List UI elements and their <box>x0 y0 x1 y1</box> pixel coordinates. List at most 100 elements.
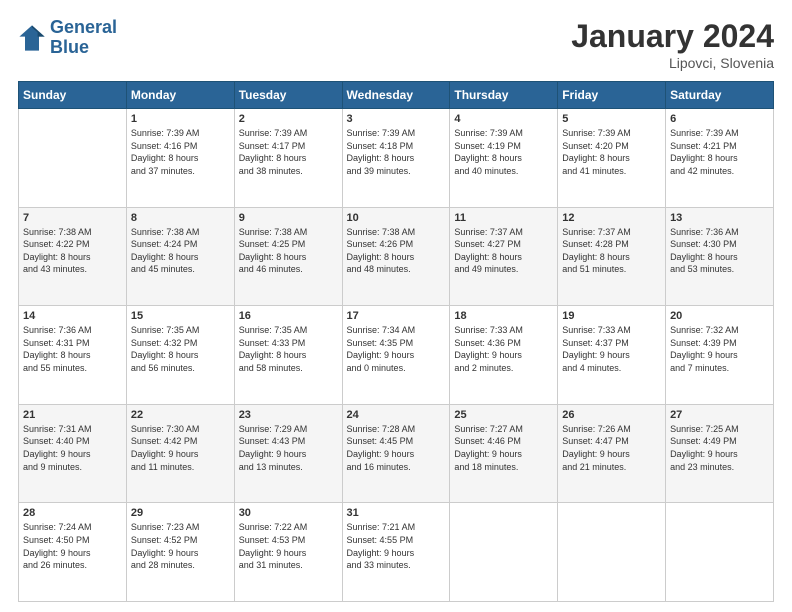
calendar-cell: 18 Sunrise: 7:33 AMSunset: 4:36 PMDayligh… <box>450 306 558 405</box>
logo: General Blue <box>18 18 117 58</box>
day-number: 1 <box>131 113 230 125</box>
day-number: 29 <box>131 507 230 519</box>
day-info: Sunrise: 7:35 AMSunset: 4:33 PMDaylight:… <box>239 324 338 374</box>
day-info: Sunrise: 7:33 AMSunset: 4:36 PMDaylight:… <box>454 324 553 374</box>
day-number: 23 <box>239 409 338 421</box>
day-info: Sunrise: 7:24 AMSunset: 4:50 PMDaylight:… <box>23 521 122 571</box>
weekday-header-friday: Friday <box>558 82 666 109</box>
day-info: Sunrise: 7:39 AMSunset: 4:17 PMDaylight:… <box>239 127 338 177</box>
calendar-cell <box>450 503 558 602</box>
day-info: Sunrise: 7:36 AMSunset: 4:30 PMDaylight:… <box>670 226 769 276</box>
day-info: Sunrise: 7:30 AMSunset: 4:42 PMDaylight:… <box>131 423 230 473</box>
calendar-week-row: 1 Sunrise: 7:39 AMSunset: 4:16 PMDaylight… <box>19 109 774 208</box>
day-info: Sunrise: 7:39 AMSunset: 4:16 PMDaylight:… <box>131 127 230 177</box>
calendar-cell: 22 Sunrise: 7:30 AMSunset: 4:42 PMDayligh… <box>126 404 234 503</box>
day-number: 15 <box>131 310 230 322</box>
day-number: 3 <box>347 113 446 125</box>
day-info: Sunrise: 7:29 AMSunset: 4:43 PMDaylight:… <box>239 423 338 473</box>
weekday-header-wednesday: Wednesday <box>342 82 450 109</box>
calendar-cell: 27 Sunrise: 7:25 AMSunset: 4:49 PMDayligh… <box>666 404 774 503</box>
day-number: 21 <box>23 409 122 421</box>
day-number: 5 <box>562 113 661 125</box>
calendar-header-row: SundayMondayTuesdayWednesdayThursdayFrid… <box>19 82 774 109</box>
calendar-cell: 29Sunrise: 7:23 AMSunset: 4:52 PMDayligh… <box>126 503 234 602</box>
day-number: 11 <box>454 212 553 224</box>
day-number: 9 <box>239 212 338 224</box>
day-info: Sunrise: 7:38 AMSunset: 4:22 PMDaylight:… <box>23 226 122 276</box>
day-number: 24 <box>347 409 446 421</box>
subtitle: Lipovci, Slovenia <box>571 55 774 71</box>
day-number: 8 <box>131 212 230 224</box>
day-number: 10 <box>347 212 446 224</box>
day-number: 28 <box>23 507 122 519</box>
day-info: Sunrise: 7:38 AMSunset: 4:26 PMDaylight:… <box>347 226 446 276</box>
calendar-week-row: 28 Sunrise: 7:24 AMSunset: 4:50 PMDayligh… <box>19 503 774 602</box>
day-info: Sunrise: 7:38 AMSunset: 4:24 PMDaylight:… <box>131 226 230 276</box>
calendar-cell: 19Sunrise: 7:33 AMSunset: 4:37 PMDayligh… <box>558 306 666 405</box>
weekday-header-monday: Monday <box>126 82 234 109</box>
day-number: 7 <box>23 212 122 224</box>
calendar-cell: 3Sunrise: 7:39 AMSunset: 4:18 PMDaylight… <box>342 109 450 208</box>
day-info: Sunrise: 7:22 AMSunset: 4:53 PMDaylight:… <box>239 521 338 571</box>
day-number: 4 <box>454 113 553 125</box>
day-info: Sunrise: 7:27 AMSunset: 4:46 PMDaylight:… <box>454 423 553 473</box>
weekday-header-sunday: Sunday <box>19 82 127 109</box>
calendar-cell: 4 Sunrise: 7:39 AMSunset: 4:19 PMDaylight… <box>450 109 558 208</box>
calendar-cell: 11 Sunrise: 7:37 AMSunset: 4:27 PMDayligh… <box>450 207 558 306</box>
day-info: Sunrise: 7:38 AMSunset: 4:25 PMDaylight:… <box>239 226 338 276</box>
calendar-cell: 24Sunrise: 7:28 AMSunset: 4:45 PMDayligh… <box>342 404 450 503</box>
calendar-cell: 13 Sunrise: 7:36 AMSunset: 4:30 PMDayligh… <box>666 207 774 306</box>
calendar-cell: 28 Sunrise: 7:24 AMSunset: 4:50 PMDayligh… <box>19 503 127 602</box>
day-number: 2 <box>239 113 338 125</box>
calendar-cell <box>558 503 666 602</box>
day-number: 22 <box>131 409 230 421</box>
logo-text: General Blue <box>50 18 117 58</box>
day-number: 30 <box>239 507 338 519</box>
day-number: 13 <box>670 212 769 224</box>
header: General Blue January 2024 Lipovci, Slove… <box>18 18 774 71</box>
day-info: Sunrise: 7:31 AMSunset: 4:40 PMDaylight:… <box>23 423 122 473</box>
calendar-cell: 14 Sunrise: 7:36 AMSunset: 4:31 PMDayligh… <box>19 306 127 405</box>
day-info: Sunrise: 7:34 AMSunset: 4:35 PMDaylight:… <box>347 324 446 374</box>
calendar-cell: 2 Sunrise: 7:39 AMSunset: 4:17 PMDaylight… <box>234 109 342 208</box>
calendar-cell: 17Sunrise: 7:34 AMSunset: 4:35 PMDayligh… <box>342 306 450 405</box>
calendar-cell: 26 Sunrise: 7:26 AMSunset: 4:47 PMDayligh… <box>558 404 666 503</box>
day-number: 18 <box>454 310 553 322</box>
title-block: January 2024 Lipovci, Slovenia <box>571 18 774 71</box>
day-number: 31 <box>347 507 446 519</box>
calendar-cell: 7 Sunrise: 7:38 AMSunset: 4:22 PMDaylight… <box>19 207 127 306</box>
calendar-week-row: 14 Sunrise: 7:36 AMSunset: 4:31 PMDayligh… <box>19 306 774 405</box>
day-number: 27 <box>670 409 769 421</box>
day-info: Sunrise: 7:39 AMSunset: 4:19 PMDaylight:… <box>454 127 553 177</box>
calendar-week-row: 7 Sunrise: 7:38 AMSunset: 4:22 PMDaylight… <box>19 207 774 306</box>
day-number: 26 <box>562 409 661 421</box>
calendar-cell: 23 Sunrise: 7:29 AMSunset: 4:43 PMDayligh… <box>234 404 342 503</box>
day-info: Sunrise: 7:21 AMSunset: 4:55 PMDaylight:… <box>347 521 446 571</box>
calendar-cell: 5 Sunrise: 7:39 AMSunset: 4:20 PMDaylight… <box>558 109 666 208</box>
day-info: Sunrise: 7:36 AMSunset: 4:31 PMDaylight:… <box>23 324 122 374</box>
day-number: 16 <box>239 310 338 322</box>
calendar-cell: 1 Sunrise: 7:39 AMSunset: 4:16 PMDaylight… <box>126 109 234 208</box>
day-info: Sunrise: 7:39 AMSunset: 4:21 PMDaylight:… <box>670 127 769 177</box>
day-info: Sunrise: 7:37 AMSunset: 4:27 PMDaylight:… <box>454 226 553 276</box>
calendar-cell <box>666 503 774 602</box>
calendar-cell: 9 Sunrise: 7:38 AMSunset: 4:25 PMDaylight… <box>234 207 342 306</box>
weekday-header-saturday: Saturday <box>666 82 774 109</box>
calendar-cell: 31 Sunrise: 7:21 AMSunset: 4:55 PMDayligh… <box>342 503 450 602</box>
day-info: Sunrise: 7:35 AMSunset: 4:32 PMDaylight:… <box>131 324 230 374</box>
page: General Blue January 2024 Lipovci, Slove… <box>0 0 792 612</box>
day-info: Sunrise: 7:25 AMSunset: 4:49 PMDaylight:… <box>670 423 769 473</box>
calendar-cell: 12 Sunrise: 7:37 AMSunset: 4:28 PMDayligh… <box>558 207 666 306</box>
day-number: 12 <box>562 212 661 224</box>
day-info: Sunrise: 7:37 AMSunset: 4:28 PMDaylight:… <box>562 226 661 276</box>
day-info: Sunrise: 7:39 AMSunset: 4:20 PMDaylight:… <box>562 127 661 177</box>
day-number: 25 <box>454 409 553 421</box>
calendar-table: SundayMondayTuesdayWednesdayThursdayFrid… <box>18 81 774 602</box>
logo-general: General <box>50 17 117 37</box>
logo-icon <box>18 24 46 52</box>
calendar-cell: 20Sunrise: 7:32 AMSunset: 4:39 PMDayligh… <box>666 306 774 405</box>
day-info: Sunrise: 7:26 AMSunset: 4:47 PMDaylight:… <box>562 423 661 473</box>
calendar-cell: 10 Sunrise: 7:38 AMSunset: 4:26 PMDayligh… <box>342 207 450 306</box>
day-number: 14 <box>23 310 122 322</box>
calendar-cell: 21 Sunrise: 7:31 AMSunset: 4:40 PMDayligh… <box>19 404 127 503</box>
